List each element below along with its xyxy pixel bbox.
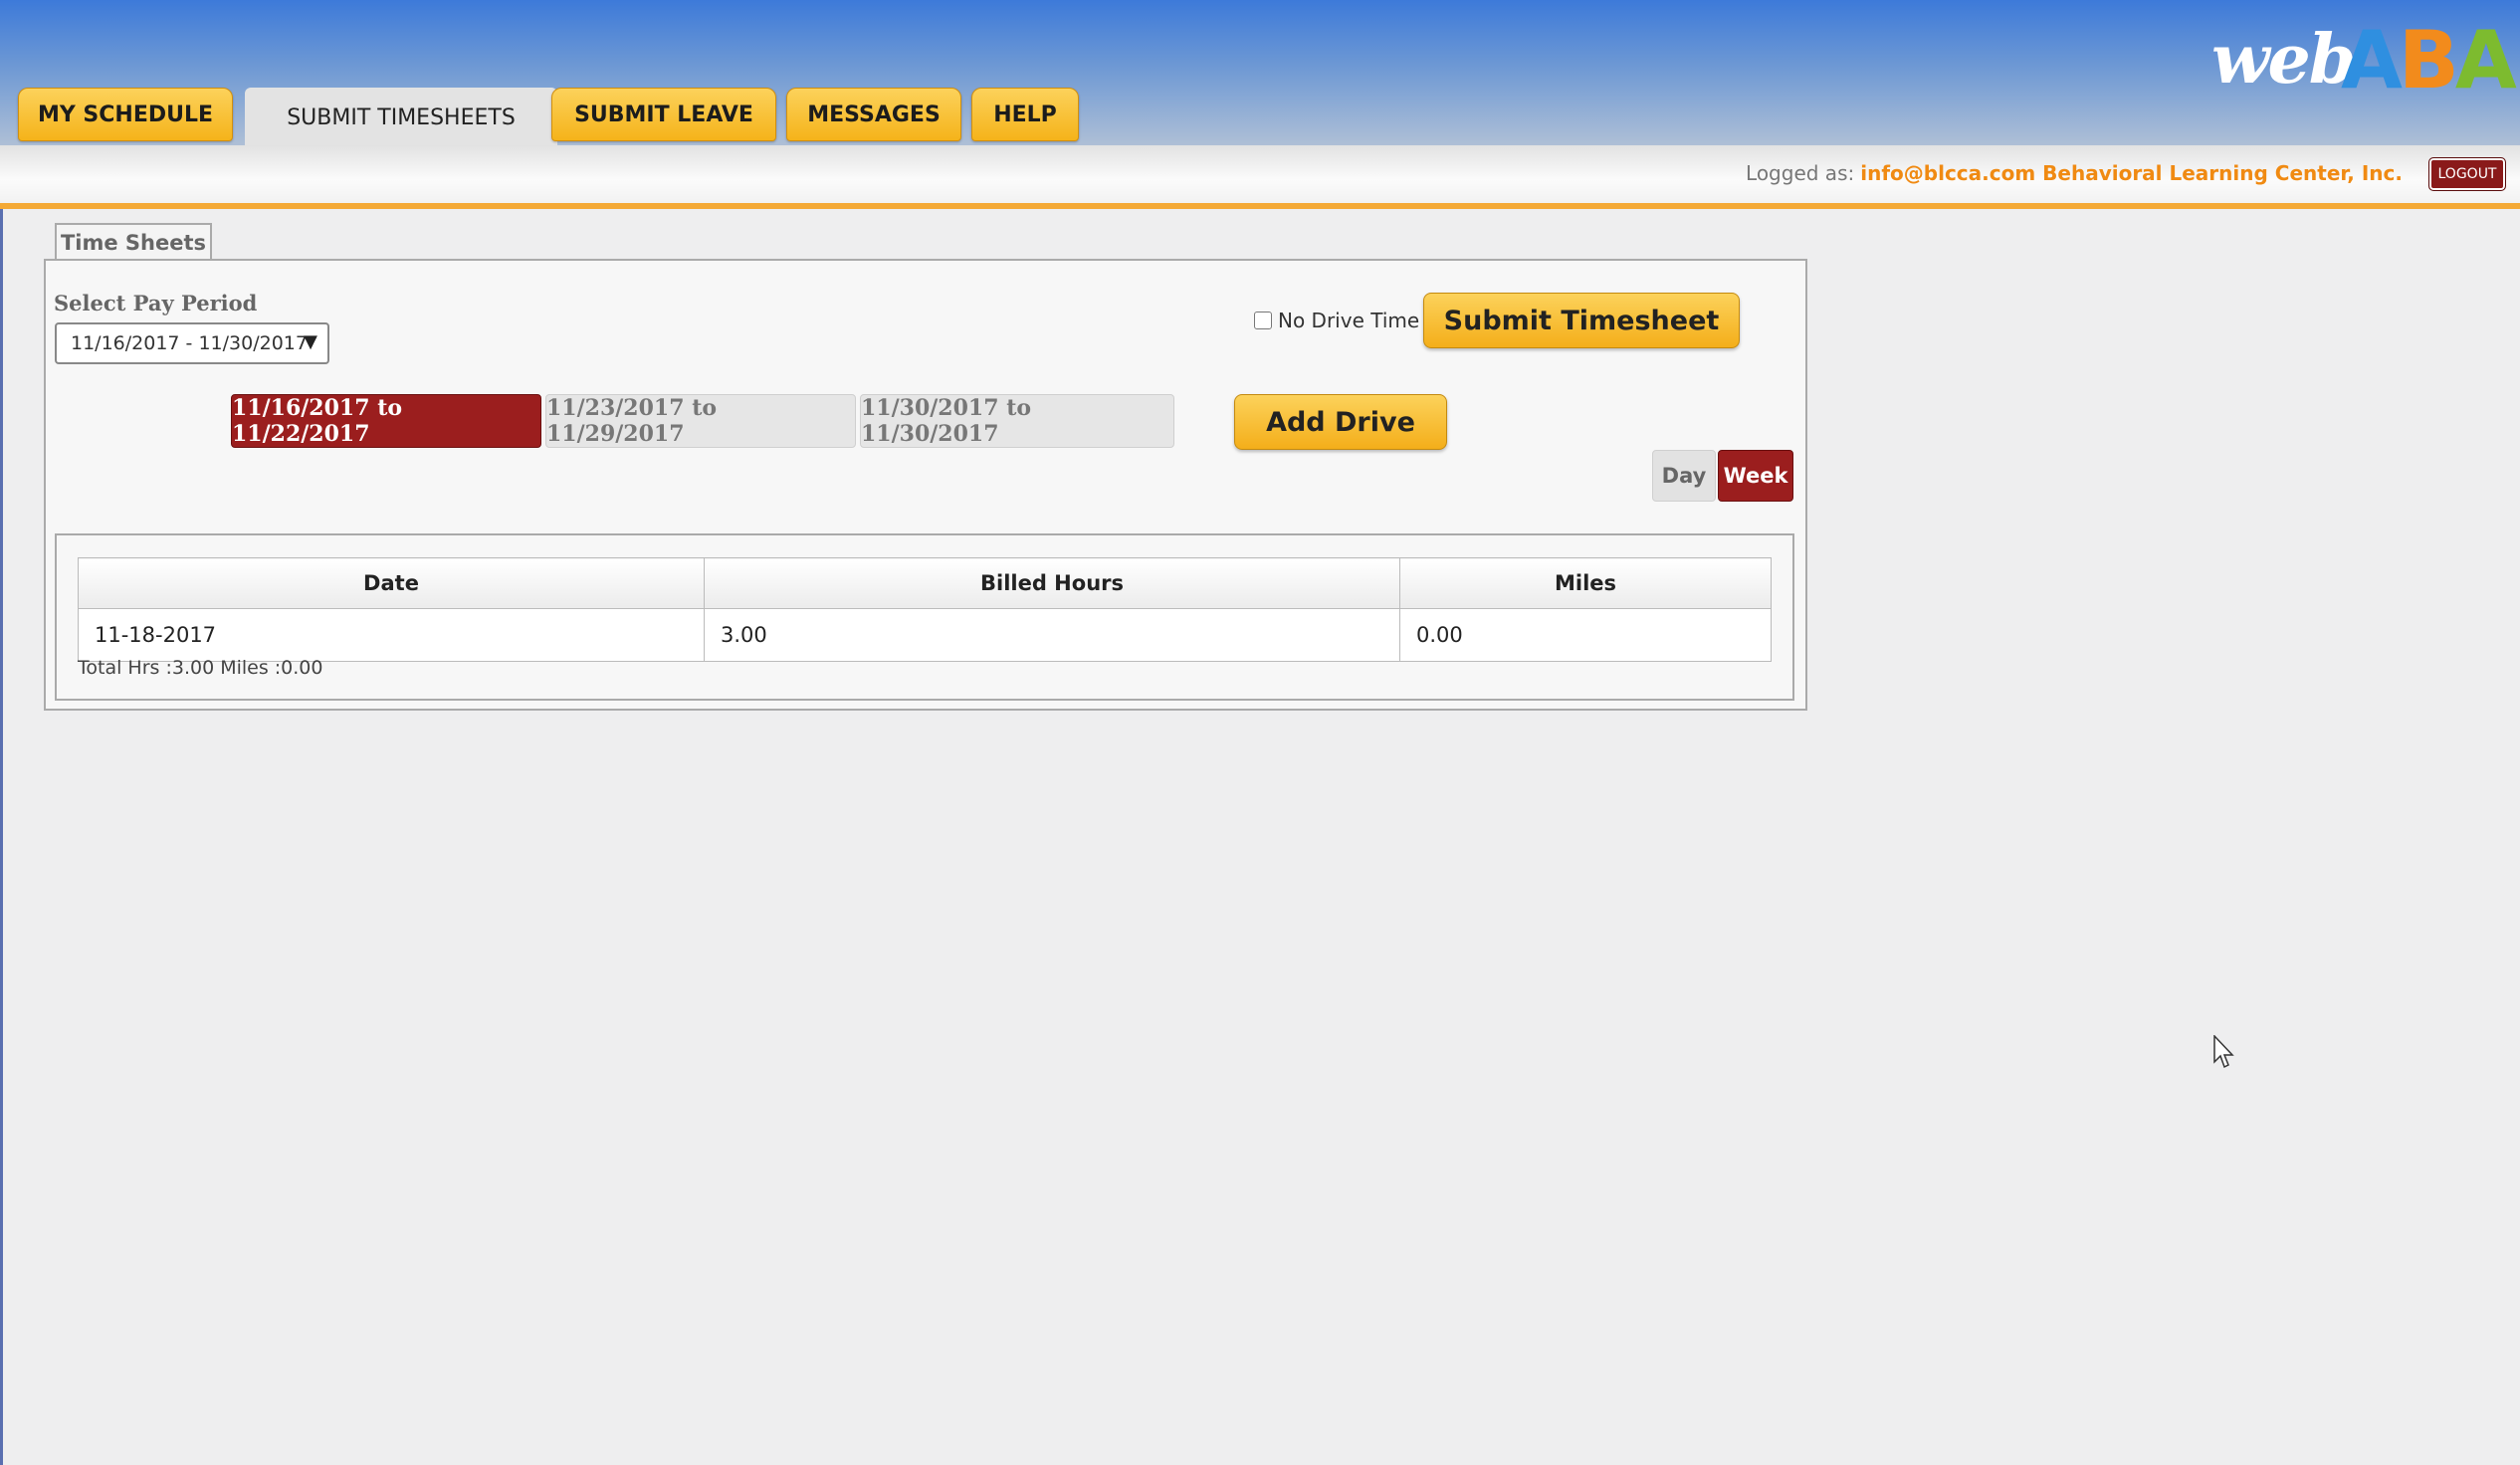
view-week-button[interactable]: Week [1718, 450, 1793, 502]
window-left-edge [0, 0, 3, 1465]
logo-web-text: web [2211, 20, 2356, 100]
chevron-down-icon: ▼ [304, 331, 317, 352]
no-drive-time-checkbox[interactable] [1254, 312, 1272, 329]
logged-as: Logged as: info@blcca.com Behavioral Lear… [1746, 161, 2403, 185]
logged-user: info@blcca.com Behavioral Learning Cente… [1860, 161, 2403, 185]
pay-period-select[interactable]: 11/16/2017 - 11/30/2017 ▼ [55, 322, 329, 364]
no-drive-time-label: No Drive Time [1278, 309, 1420, 332]
week-button-2[interactable]: 11/23/2017 to 11/29/2017 [545, 394, 856, 448]
week-button-3[interactable]: 11/30/2017 to 11/30/2017 [860, 394, 1174, 448]
session-bar: Logged as: info@blcca.com Behavioral Lear… [0, 145, 2520, 209]
webaba-logo: web ABA [2211, 14, 2517, 106]
mouse-pointer-icon [2213, 1035, 2234, 1069]
no-drive-time-option: No Drive Time [1254, 309, 1419, 332]
tab-submit-leave[interactable]: SUBMIT LEAVE [551, 88, 776, 141]
cell-date: 11-18-2017 [78, 608, 705, 662]
cell-miles: 0.00 [1399, 608, 1772, 662]
timesheet-table: Date Billed Hours Miles 11-18-2017 3.00 … [78, 557, 1772, 662]
time-sheets-tab[interactable]: Time Sheets [55, 223, 212, 261]
add-drive-button[interactable]: Add Drive [1234, 394, 1447, 450]
tab-my-schedule[interactable]: MY SCHEDULE [18, 88, 233, 141]
table-row[interactable]: 11-18-2017 3.00 0.00 [78, 608, 1772, 662]
week-button-1[interactable]: 11/16/2017 to 11/22/2017 [231, 394, 541, 448]
logo-aba-text: ABA [2341, 14, 2517, 106]
cell-billed-hours: 3.00 [704, 608, 1400, 662]
tab-messages[interactable]: MESSAGES [786, 88, 961, 141]
view-day-button[interactable]: Day [1652, 450, 1716, 502]
column-header-miles[interactable]: Miles [1399, 557, 1772, 609]
column-header-billed-hours[interactable]: Billed Hours [704, 557, 1400, 609]
submit-timesheet-button[interactable]: Submit Timesheet [1423, 293, 1740, 348]
totals-summary: Total Hrs :3.00 Miles :0.00 [78, 657, 323, 679]
column-header-date[interactable]: Date [78, 557, 705, 609]
tab-help[interactable]: HELP [971, 88, 1079, 141]
app-header: web ABA MY SCHEDULE SUBMIT TIMESHEETS SU… [0, 0, 2520, 147]
pay-period-label: Select Pay Period [54, 291, 258, 315]
pay-period-value: 11/16/2017 - 11/30/2017 [71, 332, 308, 354]
logged-as-label: Logged as: [1746, 161, 1855, 185]
logout-button[interactable]: LOGOUT [2428, 157, 2506, 191]
tab-submit-timesheets[interactable]: SUBMIT TIMESHEETS [245, 88, 557, 147]
